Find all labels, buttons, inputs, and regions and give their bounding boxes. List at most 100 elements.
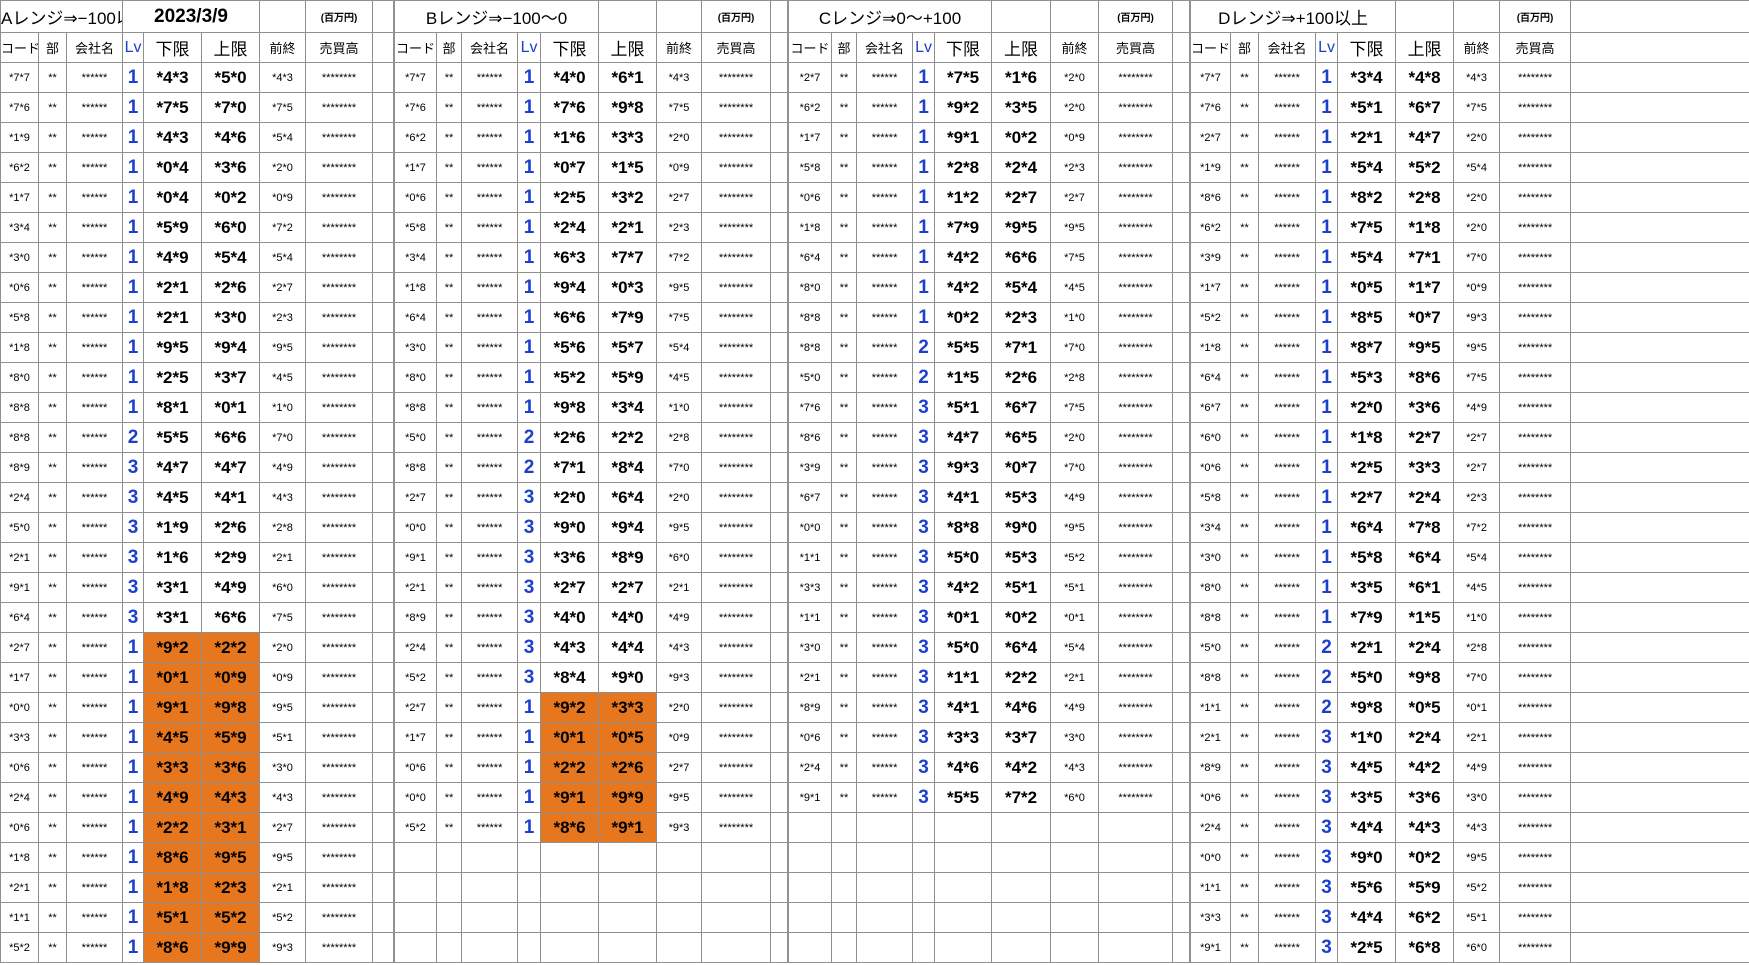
low-cell[interactable] bbox=[540, 932, 600, 963]
company-name-cell[interactable]: ****** bbox=[856, 62, 914, 93]
code-cell[interactable]: *0*0 bbox=[1190, 842, 1232, 873]
lv-cell[interactable]: 1 bbox=[122, 152, 145, 183]
prev-close-cell[interactable]: *4*9 bbox=[1050, 482, 1100, 513]
bu-cell[interactable]: ** bbox=[38, 692, 67, 723]
lv-cell[interactable]: 1 bbox=[122, 242, 145, 273]
lv-cell[interactable]: 1 bbox=[1315, 422, 1339, 453]
high-cell[interactable]: *4*2 bbox=[1395, 752, 1455, 783]
low-cell[interactable]: *2*5 bbox=[1337, 452, 1397, 483]
prev-close-cell[interactable]: *1*0 bbox=[656, 392, 703, 423]
low-cell[interactable]: *7*5 bbox=[1337, 212, 1397, 243]
company-name-cell[interactable] bbox=[856, 932, 914, 963]
prev-close-cell[interactable]: *7*5 bbox=[656, 302, 703, 333]
high-cell[interactable]: *1*5 bbox=[598, 152, 658, 183]
high-cell[interactable]: *2*7 bbox=[991, 182, 1052, 213]
volume-cell[interactable]: ******** bbox=[1499, 782, 1572, 813]
bu-cell[interactable]: ** bbox=[38, 122, 67, 153]
company-name-cell[interactable]: ****** bbox=[1258, 392, 1317, 423]
high-cell[interactable]: *3*6 bbox=[1395, 392, 1455, 423]
code-cell[interactable]: *8*8 bbox=[394, 452, 438, 483]
code-cell[interactable]: *0*6 bbox=[394, 752, 438, 783]
low-cell[interactable]: *5*1 bbox=[143, 902, 203, 933]
bu-cell[interactable]: ** bbox=[436, 752, 463, 783]
volume-cell[interactable]: ******** bbox=[1098, 512, 1174, 543]
prev-close-cell[interactable]: *2*0 bbox=[1050, 422, 1100, 453]
company-name-cell[interactable]: ****** bbox=[856, 122, 914, 153]
low-cell[interactable] bbox=[934, 902, 993, 933]
lv-cell[interactable]: 1 bbox=[122, 392, 145, 423]
code-cell[interactable]: *3*4 bbox=[394, 242, 438, 273]
volume-cell[interactable]: ******** bbox=[1499, 92, 1572, 123]
bu-cell[interactable]: ** bbox=[1230, 272, 1260, 303]
volume-cell[interactable]: ******** bbox=[305, 152, 374, 183]
low-cell[interactable]: *9*8 bbox=[540, 392, 600, 423]
lv-cell[interactable]: 1 bbox=[122, 92, 145, 123]
volume-cell[interactable]: ******** bbox=[1098, 782, 1174, 813]
bu-cell[interactable]: ** bbox=[38, 62, 67, 93]
code-cell[interactable]: *5*2 bbox=[394, 812, 438, 843]
volume-cell[interactable]: ******** bbox=[701, 542, 772, 573]
high-cell[interactable]: *2*4 bbox=[1395, 722, 1455, 753]
low-cell[interactable]: *7*5 bbox=[934, 62, 993, 93]
code-cell[interactable]: *2*4 bbox=[0, 482, 39, 513]
high-cell[interactable] bbox=[991, 932, 1052, 963]
low-cell[interactable]: *0*1 bbox=[934, 602, 993, 633]
code-cell[interactable]: *5*2 bbox=[0, 932, 39, 963]
prev-close-cell[interactable]: *7*0 bbox=[1453, 662, 1501, 693]
company-name-cell[interactable]: ****** bbox=[65, 812, 124, 843]
prev-close-cell[interactable]: *3*0 bbox=[1050, 722, 1100, 753]
code-cell[interactable]: *1*1 bbox=[0, 902, 39, 933]
high-cell[interactable] bbox=[991, 812, 1052, 843]
bu-cell[interactable]: ** bbox=[436, 722, 463, 753]
low-cell[interactable]: *4*9 bbox=[143, 242, 203, 273]
bu-cell[interactable]: ** bbox=[1230, 362, 1260, 393]
high-cell[interactable]: *4*3 bbox=[1395, 812, 1455, 843]
high-cell[interactable]: *9*5 bbox=[991, 212, 1052, 243]
lv-cell[interactable]: 3 bbox=[1315, 812, 1339, 843]
volume-cell[interactable]: ******** bbox=[1098, 542, 1174, 573]
low-cell[interactable]: *4*5 bbox=[143, 482, 203, 513]
code-cell[interactable]: *3*3 bbox=[1190, 902, 1232, 933]
high-cell[interactable] bbox=[598, 902, 658, 933]
low-cell[interactable]: *1*0 bbox=[1337, 722, 1397, 753]
company-name-cell[interactable]: ****** bbox=[856, 242, 914, 273]
bu-cell[interactable]: ** bbox=[436, 92, 463, 123]
high-cell[interactable]: *5*9 bbox=[598, 362, 658, 393]
low-cell[interactable]: *4*0 bbox=[540, 62, 600, 93]
volume-cell[interactable]: ******** bbox=[305, 602, 374, 633]
prev-close-cell[interactable]: *2*3 bbox=[1050, 152, 1100, 183]
code-cell[interactable]: *1*1 bbox=[788, 602, 833, 633]
volume-cell[interactable]: ******** bbox=[701, 572, 772, 603]
high-cell[interactable]: *3*3 bbox=[1395, 452, 1455, 483]
high-cell[interactable]: *6*6 bbox=[991, 242, 1052, 273]
lv-cell[interactable]: 3 bbox=[1315, 932, 1339, 963]
high-cell[interactable]: *5*9 bbox=[201, 722, 261, 753]
lv-cell[interactable]: 1 bbox=[517, 812, 542, 843]
company-name-cell[interactable]: ****** bbox=[1258, 362, 1317, 393]
high-cell[interactable]: *8*4 bbox=[598, 452, 658, 483]
bu-cell[interactable]: ** bbox=[38, 182, 67, 213]
code-cell[interactable]: *6*2 bbox=[1190, 212, 1232, 243]
high-cell[interactable]: *2*9 bbox=[201, 542, 261, 573]
high-cell[interactable]: *3*2 bbox=[598, 182, 658, 213]
code-cell[interactable]: *8*8 bbox=[788, 302, 833, 333]
company-name-cell[interactable]: ****** bbox=[65, 872, 124, 903]
company-name-cell[interactable]: ****** bbox=[65, 302, 124, 333]
code-cell[interactable]: *6*7 bbox=[1190, 392, 1232, 423]
company-name-cell[interactable]: ****** bbox=[1258, 212, 1317, 243]
bu-cell[interactable]: ** bbox=[436, 212, 463, 243]
low-cell[interactable]: *9*2 bbox=[934, 92, 993, 123]
low-cell[interactable]: *2*1 bbox=[143, 272, 203, 303]
bu-cell[interactable]: ** bbox=[436, 122, 463, 153]
company-name-cell[interactable]: ****** bbox=[461, 182, 519, 213]
volume-cell[interactable]: ******** bbox=[1499, 662, 1572, 693]
code-cell[interactable]: *3*4 bbox=[1190, 512, 1232, 543]
low-cell[interactable]: *4*3 bbox=[143, 62, 203, 93]
code-cell[interactable]: *8*6 bbox=[788, 422, 833, 453]
lv-cell[interactable]: 1 bbox=[1315, 482, 1339, 513]
lv-cell[interactable]: 1 bbox=[1315, 242, 1339, 273]
low-cell[interactable]: *2*1 bbox=[143, 302, 203, 333]
volume-cell[interactable]: ******** bbox=[1098, 122, 1174, 153]
company-name-cell[interactable]: ****** bbox=[65, 242, 124, 273]
lv-cell[interactable]: 1 bbox=[122, 182, 145, 213]
